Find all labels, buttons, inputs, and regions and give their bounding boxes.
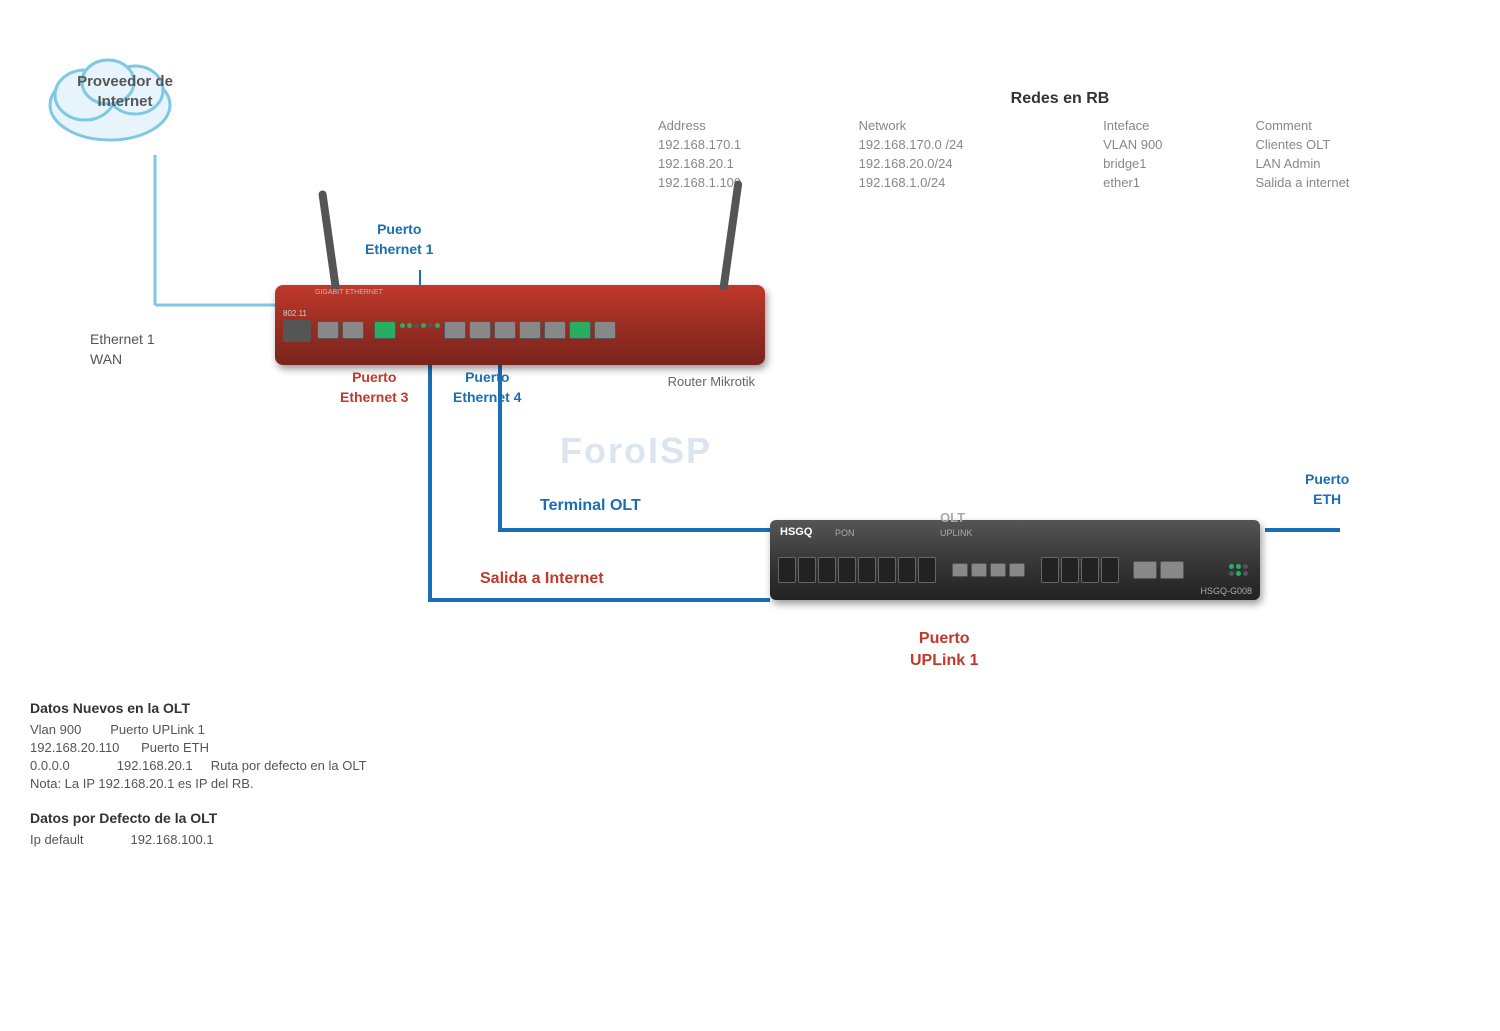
router-mikrotik-label: Router Mikrotik [668,374,755,389]
router-port-eth7 [519,321,541,339]
salida-internet-label: Salida a Internet [480,568,604,590]
olt-top-label: OLT [940,510,965,525]
router-port-eth10 [594,321,616,339]
olt-sfp-ports [778,557,936,583]
olt-eth-3 [990,563,1006,577]
puerto-eth-label: Puerto ETH [1305,470,1349,509]
datos-nuevos-row1: Vlan 900 Puerto UPLink 1 [30,722,680,737]
sfp-8 [918,557,936,583]
network-1: 192.168.170.0 /24 [851,135,1096,154]
olt-device: HSGQ PON UPLINK [770,520,1260,600]
table-row: 192.168.1.100 192.168.1.0/24 ether1 Sali… [650,173,1470,192]
network-data-table: Address Network Inteface Comment 192.168… [650,116,1470,192]
uplink-sfp-4 [1101,557,1119,583]
router-leds [400,323,440,328]
olt-eth-4 [1009,563,1025,577]
interface-1: VLAN 900 [1095,135,1247,154]
network-2: 192.168.20.0/24 [851,154,1096,173]
uplink-sfp-1 [1041,557,1059,583]
sfp-3 [818,557,836,583]
uplink-sfp-2 [1061,557,1079,583]
datos-nuevos-row2: 192.168.20.110 Puerto ETH [30,740,680,755]
antenna-left [318,190,340,290]
antenna-right [719,180,742,290]
interface-2: bridge1 [1095,154,1247,173]
col-interface: Inteface [1095,116,1247,135]
datos-nuevos-note: Nota: La IP 192.168.20.1 es IP del RB. [30,776,680,791]
router-port-eth3 [374,321,396,339]
datos-defecto-section: Datos por Defecto de la OLT Ip default 1… [30,810,430,847]
olt-brand-label: HSGQ [780,526,812,538]
address-1: 192.168.170.1 [650,135,851,154]
olt-model-label: HSGQ-G008 [1200,586,1252,596]
table-row: 192.168.20.1 192.168.20.0/24 bridge1 LAN… [650,154,1470,173]
led-4 [421,323,426,328]
foroISP-watermark: ForoISP [560,430,712,472]
datos-nuevos-title: Datos Nuevos en la OLT [30,700,680,716]
router-port-eth8 [544,321,566,339]
olt-eth-1 [952,563,968,577]
led-6 [435,323,440,328]
sfp-6 [878,557,896,583]
olt-eth-ports [952,563,1025,577]
led-5 [428,323,433,328]
sfp-5 [858,557,876,583]
cloud-shape: .cloud-path { fill: #e8f4fb; stroke: #7e… [30,30,190,150]
sfp-2 [798,557,816,583]
terminal-olt-label: Terminal OLT [540,495,641,517]
puerto-eth4-label: Puerto Ethernet 4 [453,368,521,407]
sfp-7 [898,557,916,583]
col-address: Address [650,116,851,135]
uplink-sfp-3 [1081,557,1099,583]
cloud-label: Proveedor de Internet [65,72,185,111]
olt-eth-2 [971,563,987,577]
comment-1: Clientes OLT [1247,135,1470,154]
mikrotik-router: 802.11 [275,285,765,365]
comment-2: LAN Admin [1247,154,1470,173]
address-2: 192.168.20.1 [650,154,851,173]
table-row: 192.168.170.1 192.168.170.0 /24 VLAN 900… [650,135,1470,154]
datos-nuevos-section: Datos Nuevos en la OLT Vlan 900 Puerto U… [30,700,680,791]
diagram-container: .cloud-path { fill: #e8f4fb; stroke: #7e… [0,0,1500,1031]
comment-3: Salida a internet [1247,173,1470,192]
ethernet1-wan-label: Ethernet 1 WAN [90,330,155,369]
router-port-eth6 [494,321,516,339]
address-3: 192.168.1.100 [650,173,851,192]
router-port-eth1 [317,321,339,339]
olt-uplink-ports [1041,557,1119,583]
led-1 [400,323,405,328]
router-port-eth5 [469,321,491,339]
datos-defecto-title: Datos por Defecto de la OLT [30,810,430,826]
interface-3: ether1 [1095,173,1247,192]
sfp-4 [838,557,856,583]
network-table-title: Redes en RB [650,90,1470,108]
datos-defecto-row1: Ip default 192.168.100.1 [30,832,430,847]
router-port-eth2 [342,321,364,339]
router-ports-left [317,285,396,365]
olt-eth-uplink [1133,561,1157,579]
router-port-sfp [283,320,311,342]
puerto-eth1-label: Puerto Ethernet 1 [365,220,433,259]
datos-nuevos-row3: 0.0.0.0 192.168.20.1 Ruta por defecto en… [30,758,680,773]
led-2 [407,323,412,328]
led-3 [414,323,419,328]
puerto-eth3-label: Puerto Ethernet 3 [340,368,408,407]
col-network: Network [851,116,1096,135]
network-table: Redes en RB Address Network Inteface Com… [650,90,1470,192]
olt-eth-uplink2 [1160,561,1184,579]
network-3: 192.168.1.0/24 [851,173,1096,192]
puerto-uplink1-label: Puerto UPLink 1 [910,628,978,673]
col-comment: Comment [1247,116,1470,135]
sfp-1 [778,557,796,583]
olt-eth-ports-right [1133,561,1184,579]
router-port-eth9 [569,321,591,339]
router-port-eth4 [444,321,466,339]
router-ports-right [444,285,616,365]
